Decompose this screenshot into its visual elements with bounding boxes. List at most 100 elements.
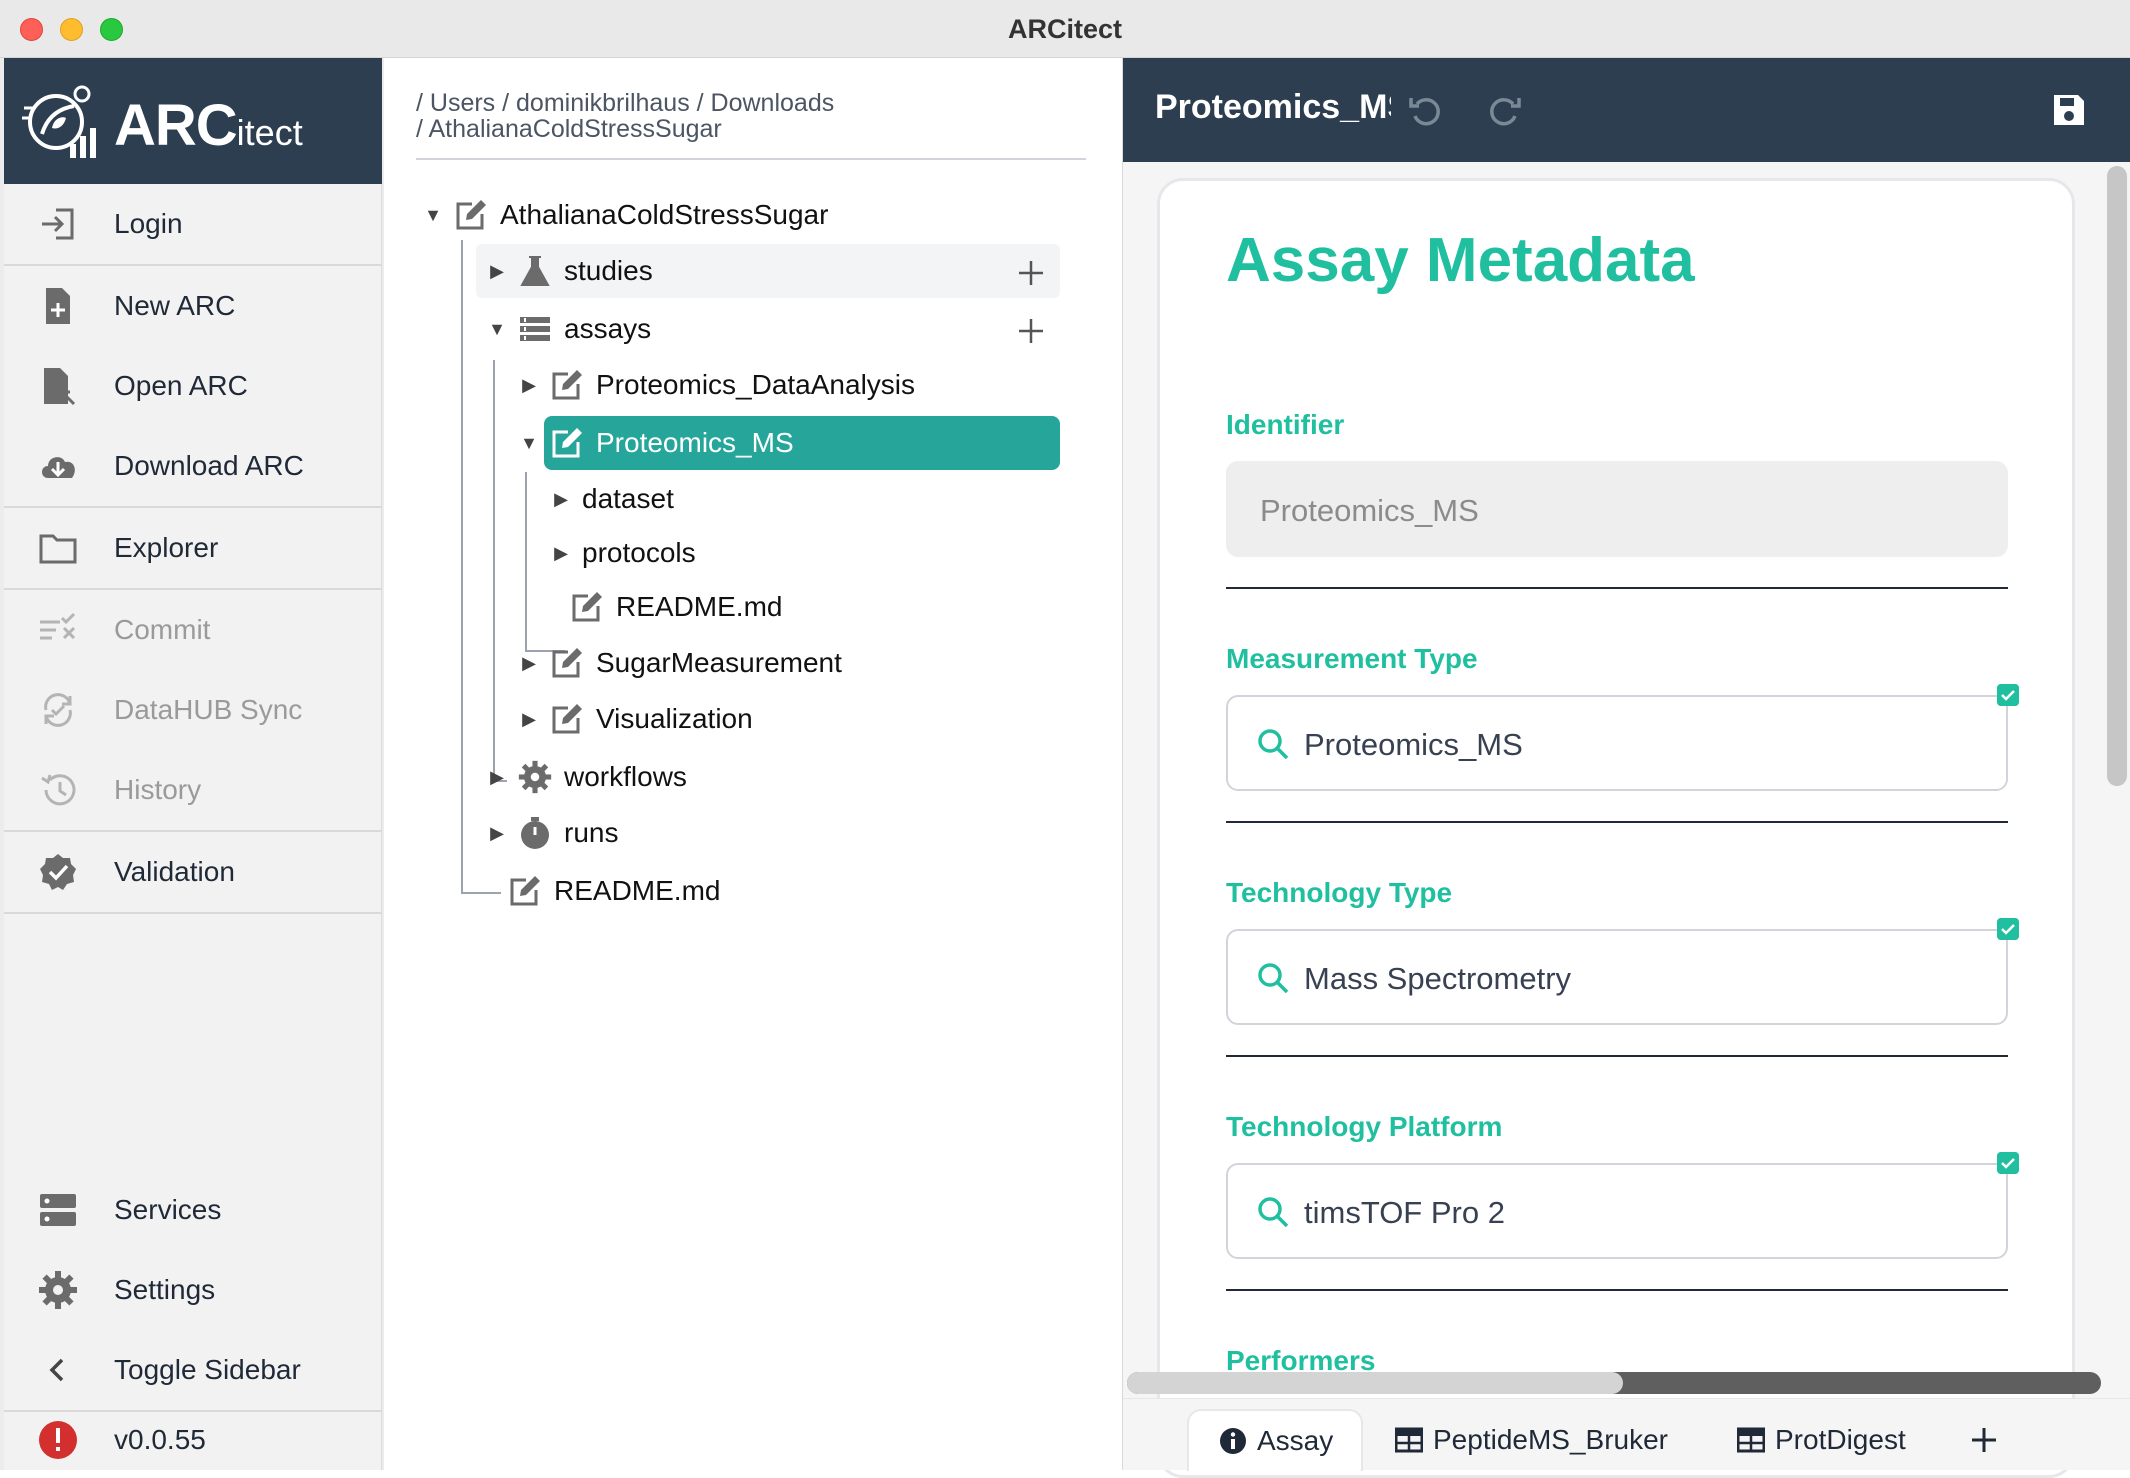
horizontal-scrollbar-thumb[interactable] xyxy=(1127,1372,1623,1394)
sidebar-item-label: Explorer xyxy=(114,532,219,563)
sidebar-item-explorer[interactable]: Explorer xyxy=(4,508,382,588)
sidebar-item-open-arc[interactable]: Open ARC xyxy=(4,346,382,426)
tab-protdigest[interactable]: ProtDigest xyxy=(1737,1409,1906,1471)
sidebar-item-settings[interactable]: Settings xyxy=(4,1250,382,1330)
tree-item-label: Proteomics_MS xyxy=(596,427,794,458)
search-icon xyxy=(1258,963,1289,994)
section-title: Assay Metadata xyxy=(1226,226,1695,295)
edit-document-icon xyxy=(456,200,486,230)
sidebar-item-label: Commit xyxy=(114,614,211,645)
add-tab-plus-icon[interactable] xyxy=(1969,1425,1999,1455)
checkbox-checked-icon[interactable] xyxy=(1997,1152,2019,1174)
caret-right-icon[interactable]: ▶ xyxy=(484,823,510,844)
sidebar-item-commit[interactable]: Commit xyxy=(4,590,382,670)
sync-icon xyxy=(44,693,72,727)
add-assay-plus-icon[interactable] xyxy=(1016,316,1046,346)
validation-badge-icon xyxy=(40,854,76,890)
tree-item-label: SugarMeasurement xyxy=(596,647,842,678)
redo-icon[interactable] xyxy=(1487,92,1523,128)
error-alert-icon xyxy=(39,1421,77,1459)
field-divider xyxy=(1226,587,2008,589)
technology-platform-field[interactable]: timsTOF Pro 2 xyxy=(1226,1163,2008,1259)
checkbox-checked-icon[interactable] xyxy=(1997,918,2019,940)
measurement-type-field[interactable]: Proteomics_MS xyxy=(1226,695,2008,791)
gear-icon xyxy=(518,760,552,794)
caret-down-icon[interactable]: ▼ xyxy=(484,319,510,340)
save-icon[interactable] xyxy=(2051,92,2087,128)
brand-name-main: ARC xyxy=(114,93,238,158)
tree-item-runs[interactable]: ▶ runs xyxy=(484,808,618,858)
field-divider xyxy=(1226,1055,2008,1057)
editor-title: Proteomics_MS xyxy=(1155,88,1391,126)
identifier-label: Identifier xyxy=(1226,409,1345,440)
sidebar-item-history[interactable]: History xyxy=(4,750,382,830)
measurement-type-value: Proteomics_MS xyxy=(1304,727,1523,762)
caret-down-icon[interactable]: ▼ xyxy=(516,433,542,454)
tree-item-studies[interactable]: ▶ studies xyxy=(484,246,653,296)
technology-type-field[interactable]: Mass Spectrometry xyxy=(1226,929,2008,1025)
caret-right-icon[interactable]: ▶ xyxy=(516,653,542,674)
tree-item-root[interactable]: ▼ AthalianaColdStressSugar xyxy=(420,190,828,240)
caret-right-icon[interactable]: ▶ xyxy=(484,767,510,788)
technology-type-value: Mass Spectrometry xyxy=(1304,961,1572,996)
sidebar-item-download-arc[interactable]: Download ARC xyxy=(4,426,382,506)
technology-type-label: Technology Type xyxy=(1226,877,1453,908)
tree-item-assay-selected[interactable]: ▼ Proteomics_MS xyxy=(516,418,794,468)
tab-peptidems-bruker[interactable]: PeptideMS_Bruker xyxy=(1395,1409,1668,1471)
brand-name: ARCitect xyxy=(114,92,303,159)
new-file-icon xyxy=(46,288,70,324)
commit-icon xyxy=(40,612,76,640)
sidebar-item-label: New ARC xyxy=(114,290,236,321)
tree-guide-line xyxy=(461,892,501,894)
caret-right-icon[interactable]: ▶ xyxy=(516,709,542,730)
undo-icon[interactable] xyxy=(1407,92,1443,128)
tree-item-workflows[interactable]: ▶ workflows xyxy=(484,752,687,802)
caret-down-icon[interactable]: ▼ xyxy=(420,205,446,226)
sidebar-item-label: Toggle Sidebar xyxy=(114,1354,301,1385)
sidebar-item-validation[interactable]: Validation xyxy=(4,832,382,912)
version-label: v0.0.55 xyxy=(114,1424,206,1455)
sidebar-item-datahub-sync[interactable]: DataHUB Sync xyxy=(4,670,382,750)
sidebar: ARCitect Login New ARC Open ARC Download… xyxy=(4,58,382,1470)
tree-item-protocols[interactable]: ▶ protocols xyxy=(548,528,696,578)
vertical-scrollbar-thumb[interactable] xyxy=(2107,166,2127,786)
tree-guide-line xyxy=(493,360,495,782)
sidebar-item-new-arc[interactable]: New ARC xyxy=(4,266,382,346)
field-divider xyxy=(1226,821,2008,823)
folder-icon xyxy=(39,534,77,564)
caret-right-icon[interactable]: ▶ xyxy=(516,375,542,396)
tree-guide-line xyxy=(525,472,527,652)
assay-metadata-card: Assay Metadata Identifier Proteomics_MS … xyxy=(1157,178,2075,1478)
tree-item-label: README.md xyxy=(554,875,721,906)
caret-right-icon[interactable]: ▶ xyxy=(548,489,574,510)
app-window: ARCitect ARCitect Login New ARC Open ARC… xyxy=(0,0,2130,1478)
window-title: ARCitect xyxy=(1007,14,1122,44)
sidebar-item-services[interactable]: Services xyxy=(4,1170,382,1250)
caret-right-icon[interactable]: ▶ xyxy=(484,261,510,282)
edit-document-icon xyxy=(552,648,582,678)
add-study-plus-icon[interactable] xyxy=(1016,258,1046,288)
tree-item-assay[interactable]: ▶ Visualization xyxy=(516,694,753,744)
tab-assay[interactable]: Assay xyxy=(1187,1409,1363,1471)
tab-label: ProtDigest xyxy=(1775,1424,1906,1455)
sidebar-item-login[interactable]: Login xyxy=(4,184,382,264)
open-file-icon xyxy=(44,368,76,406)
tree-item-dataset[interactable]: ▶ dataset xyxy=(548,474,674,524)
checkbox-checked-icon[interactable] xyxy=(1997,684,2019,706)
technology-platform-value: timsTOF Pro 2 xyxy=(1304,1195,1505,1230)
tree-item-assays[interactable]: ▼ assays xyxy=(484,304,651,354)
caret-right-icon[interactable]: ▶ xyxy=(548,543,574,564)
tree-item-assay[interactable]: ▶ Proteomics_DataAnalysis xyxy=(516,360,915,410)
table-icon xyxy=(1737,1427,1765,1453)
edit-document-icon xyxy=(552,370,582,400)
server-icon xyxy=(40,1194,76,1226)
tree-item-readme[interactable]: README.md xyxy=(562,582,782,632)
tree-item-label: AthalianaColdStressSugar xyxy=(500,199,829,230)
editor-header: Proteomics_MS xyxy=(1123,58,2130,162)
version-indicator[interactable]: v0.0.55 xyxy=(4,1412,382,1468)
tree-item-assay[interactable]: ▶ SugarMeasurement xyxy=(516,638,842,688)
sidebar-item-label: Open ARC xyxy=(114,370,248,401)
sidebar-item-toggle-sidebar[interactable]: Toggle Sidebar xyxy=(4,1330,382,1410)
login-icon xyxy=(42,208,74,240)
tree-item-readme[interactable]: README.md xyxy=(500,866,720,916)
